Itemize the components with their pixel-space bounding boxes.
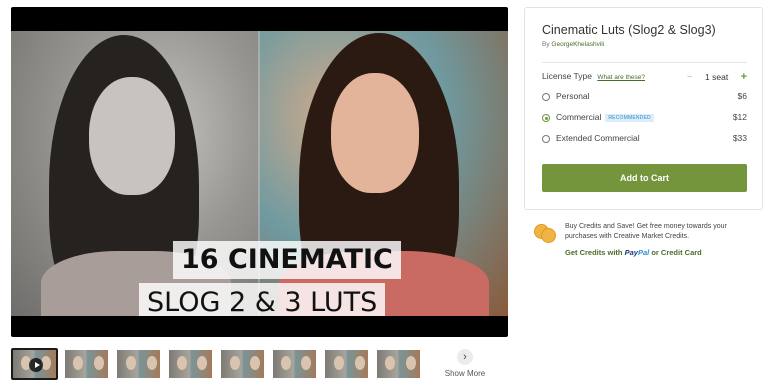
license-option-label: Commercial RECOMMENDED	[556, 112, 654, 122]
show-more-button[interactable]: › Show More	[440, 349, 490, 378]
thumbnail-item[interactable]	[63, 348, 110, 380]
credits-promo-text: Buy Credits and Save! Get free money tow…	[565, 223, 727, 240]
product-preview[interactable]: 16 CINEMATIC SLOG 2 & 3 LUTS	[11, 7, 508, 337]
license-help-link[interactable]: What are these?	[597, 74, 645, 81]
thumbnail-strip	[11, 348, 422, 380]
license-option-name: Commercial	[556, 112, 602, 122]
license-option-commercial[interactable]: Commercial RECOMMENDED $12	[542, 112, 747, 126]
radio-button-selected[interactable]	[542, 114, 550, 122]
license-option-name: Personal	[556, 91, 590, 101]
face-shape	[331, 73, 419, 193]
divider	[542, 62, 747, 63]
chevron-right-icon: ›	[457, 349, 473, 365]
license-option-price: $6	[737, 91, 747, 101]
preview-caption-line2: SLOG 2 & 3 LUTS	[139, 283, 386, 316]
license-option-name: Extended Commercial	[556, 133, 640, 143]
get-credits-suffix: or Credit Card	[651, 248, 702, 257]
seat-count: 1 seat	[705, 72, 729, 82]
recommended-badge: RECOMMENDED	[605, 114, 654, 122]
license-option-price: $33	[732, 133, 747, 143]
minus-icon[interactable]: −	[687, 72, 693, 83]
thumbnail-video[interactable]	[11, 348, 58, 380]
credits-promo: Buy Credits and Save! Get free money tow…	[534, 222, 759, 262]
seat-stepper: − 1 seat +	[687, 71, 747, 83]
plus-icon[interactable]: +	[741, 71, 747, 83]
thumbnail-item[interactable]	[375, 348, 422, 380]
radio-button[interactable]	[542, 135, 550, 143]
show-more-label: Show More	[444, 369, 486, 378]
preview-caption-line1: 16 CINEMATIC	[173, 241, 401, 279]
face-shape	[89, 77, 175, 195]
product-title: Cinematic Luts (Slog2 & Slog3)	[542, 23, 716, 37]
license-type-label: License Type	[542, 71, 592, 81]
license-option-extended-commercial[interactable]: Extended Commercial $33	[542, 133, 747, 147]
get-credits-prefix: Get Credits with	[565, 248, 623, 257]
get-credits-link[interactable]: Get Credits with PayPal or Credit Card	[565, 248, 702, 257]
thumbnail-item[interactable]	[167, 348, 214, 380]
author-link[interactable]: GeorgeKhelashvili	[551, 41, 604, 48]
thumbnail-item[interactable]	[271, 348, 318, 380]
license-option-personal[interactable]: Personal $6	[542, 91, 747, 105]
radio-button[interactable]	[542, 93, 550, 101]
product-byline: By GeorgeKhelashvili	[542, 41, 604, 48]
purchase-card: Cinematic Luts (Slog2 & Slog3) By George…	[524, 7, 763, 210]
thumbnail-item[interactable]	[219, 348, 266, 380]
thumbnail-item[interactable]	[115, 348, 162, 380]
add-to-cart-button[interactable]: Add to Cart	[542, 164, 747, 192]
play-icon	[29, 358, 43, 372]
thumbnail-item[interactable]	[323, 348, 370, 380]
paypal-logo: PayPal	[624, 248, 650, 257]
coins-icon	[534, 224, 558, 244]
license-header: License Type What are these? − 1 seat +	[542, 71, 747, 85]
preview-image: 16 CINEMATIC SLOG 2 & 3 LUTS	[11, 31, 508, 316]
byline-prefix: By	[542, 41, 550, 48]
license-option-price: $12	[732, 112, 747, 122]
